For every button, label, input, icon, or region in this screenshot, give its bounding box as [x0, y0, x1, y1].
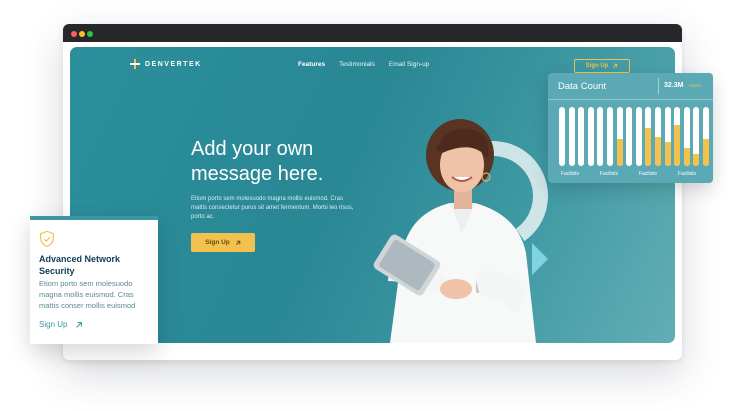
chart-bar-fill: [655, 136, 661, 166]
x-axis-label: Facilists: [560, 171, 580, 177]
nav-link-testimonials[interactable]: Testimonials: [339, 61, 375, 68]
chart-bar: [587, 107, 594, 166]
chart-bar: [559, 107, 565, 166]
chart-bar: [645, 107, 652, 166]
chart-bar: [616, 107, 623, 166]
hero-body-text: Etiom porto sem molesuodo magna mollis e…: [191, 196, 354, 220]
chart-bar: [655, 107, 661, 166]
chart-bar: [568, 107, 575, 166]
bar-chart: [559, 107, 709, 166]
brand-logo[interactable]: DENVERTEK: [130, 59, 202, 69]
chart-bar: [578, 107, 585, 166]
security-card-body: Etiom porto sem molesuodo magna mollis e…: [39, 279, 136, 310]
chart-bar-fill: [683, 148, 690, 166]
hero-signup-button[interactable]: Sign Up: [191, 233, 255, 252]
maximize-window-dot[interactable]: [87, 31, 93, 37]
data-card-title: Data Count: [558, 81, 607, 92]
user-count-unit: Users: [689, 83, 701, 88]
hero-signup-label: Sign Up: [205, 239, 230, 246]
chart-bar-fill: [664, 142, 671, 166]
main-nav: Features Testimonials Email Sign-up: [298, 61, 429, 68]
data-count-card: Data Count 32.3M Users Facilists Facilis…: [548, 73, 713, 183]
window-titlebar: [63, 24, 682, 42]
chart-bar: [674, 107, 681, 166]
user-count-value: 32.3M: [664, 82, 684, 89]
arrow-up-right-icon: [613, 63, 618, 69]
chart-bar: [607, 107, 613, 166]
header-divider: [658, 78, 659, 94]
logo-mark-icon: [130, 59, 140, 69]
chart-bar-fill: [616, 139, 623, 166]
x-axis-label: Facilists: [599, 171, 619, 177]
chart-bar: [703, 107, 709, 166]
security-card-title: Advanced Network Security: [39, 254, 121, 276]
woman-with-tablet-photo: [373, 119, 536, 343]
chart-bar: [664, 107, 671, 166]
security-signup-label: Sign Up: [39, 320, 68, 329]
x-axis-label: Facilists: [677, 171, 697, 177]
security-signup-link[interactable]: Sign Up: [39, 320, 83, 329]
brand-name: DENVERTEK: [145, 60, 202, 68]
chart-bar-fill: [693, 154, 700, 166]
chart-bar-fill: [703, 139, 709, 166]
chart-bar-fill: [645, 127, 652, 166]
chart-bar: [635, 107, 642, 166]
nav-signup-label: Sign Up: [585, 63, 609, 69]
network-security-card: Advanced Network Security Etiom porto se…: [30, 216, 158, 344]
close-window-dot[interactable]: [71, 31, 77, 37]
arrow-up-right-icon: [76, 321, 83, 328]
chart-bar: [683, 107, 690, 166]
chart-bar: [693, 107, 700, 166]
shield-check-icon: [40, 230, 54, 248]
hero-headline: Add your own message here.: [191, 138, 324, 185]
card-accent-bar: [30, 216, 158, 220]
nav-signup-button[interactable]: Sign Up: [574, 59, 630, 73]
chart-bar: [597, 107, 604, 166]
nav-link-email-signup[interactable]: Email Sign-up: [389, 61, 429, 68]
data-card-header: Data Count 32.3M Users: [548, 73, 713, 100]
chart-bar-fill: [674, 124, 681, 166]
arrow-up-right-icon: [235, 240, 241, 245]
minimize-window-dot[interactable]: [79, 31, 85, 37]
nav-link-features[interactable]: Features: [298, 61, 325, 68]
chart-bar: [626, 107, 633, 166]
x-axis-label: Facilists: [638, 171, 658, 177]
